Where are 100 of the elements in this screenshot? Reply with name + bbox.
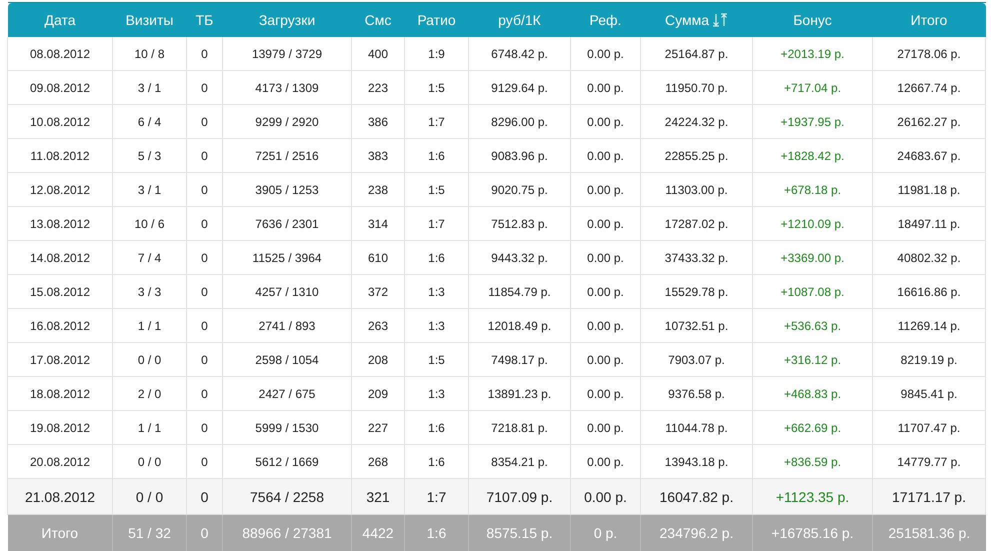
- total-cell: 51 / 32: [112, 514, 186, 551]
- table-cell: 12.08.2012: [8, 172, 112, 206]
- table-cell: 0: [186, 70, 222, 104]
- table-cell: 15529.78 р.: [640, 274, 752, 308]
- table-cell: 16047.82 р.: [640, 478, 752, 514]
- table-cell: 17171.17 р.: [872, 478, 986, 514]
- table-cell: 2427 / 675: [222, 376, 352, 410]
- table-cell: 1:3: [404, 308, 468, 342]
- table-cell: 40802.32 р.: [872, 240, 986, 274]
- table-cell: 7 / 4: [112, 240, 186, 274]
- total-cell: 88966 / 27381: [222, 514, 352, 551]
- total-cell: 234796.2 р.: [640, 514, 752, 551]
- table-cell: 1:7: [404, 104, 468, 138]
- table-cell: 7636 / 2301: [222, 206, 352, 240]
- table-cell: 0: [186, 274, 222, 308]
- table-cell: 0 / 0: [112, 342, 186, 376]
- table-cell: 12018.49 р.: [468, 308, 570, 342]
- table-cell: 0.00 р.: [570, 104, 640, 138]
- table-cell: 0: [186, 104, 222, 138]
- table-cell: 2741 / 893: [222, 308, 352, 342]
- table-cell: 16.08.2012: [8, 308, 112, 342]
- table-cell: 0: [186, 172, 222, 206]
- table-cell: 3 / 3: [112, 274, 186, 308]
- table-cell: 372: [352, 274, 404, 308]
- table-cell: 1:5: [404, 342, 468, 376]
- table-cell: 7903.07 р.: [640, 342, 752, 376]
- table-cell: +1087.08 р.: [752, 274, 872, 308]
- table-cell: 14.08.2012: [8, 240, 112, 274]
- table-cell: 16616.86 р.: [872, 274, 986, 308]
- table-cell: 17287.02 р.: [640, 206, 752, 240]
- table-cell: 11981.18 р.: [872, 172, 986, 206]
- table-cell: 610: [352, 240, 404, 274]
- table-cell: 1:5: [404, 172, 468, 206]
- table-cell: 4173 / 1309: [222, 70, 352, 104]
- table-cell: 9299 / 2920: [222, 104, 352, 138]
- table-cell: 7564 / 2258: [222, 478, 352, 514]
- table-cell: 12667.74 р.: [872, 70, 986, 104]
- total-cell: 0 р.: [570, 514, 640, 551]
- table-cell: 11.08.2012: [8, 138, 112, 172]
- table-cell: +1828.42 р.: [752, 138, 872, 172]
- table-cell: 314: [352, 206, 404, 240]
- table-cell: 1:6: [404, 138, 468, 172]
- table-cell: 0: [186, 37, 222, 70]
- total-cell: 4422: [352, 514, 404, 551]
- total-cell: 251581.36 р.: [872, 514, 986, 551]
- table-cell: 15.08.2012: [8, 274, 112, 308]
- table-cell: 1:7: [404, 478, 468, 514]
- table-cell: 2598 / 1054: [222, 342, 352, 376]
- table-cell: 27178.06 р.: [872, 37, 986, 70]
- table-cell: 1:6: [404, 240, 468, 274]
- table-cell: 0 / 0: [112, 478, 186, 514]
- sort-icon[interactable]: [712, 13, 728, 27]
- table-cell: 0: [186, 376, 222, 410]
- table-cell: +316.12 р.: [752, 342, 872, 376]
- table-cell: 11707.47 р.: [872, 410, 986, 444]
- table-cell: 11854.79 р.: [468, 274, 570, 308]
- table-cell: 0.00 р.: [570, 478, 640, 514]
- table-cell: 7218.81 р.: [468, 410, 570, 444]
- table-cell: 223: [352, 70, 404, 104]
- table-cell: +1210.09 р.: [752, 206, 872, 240]
- table-cell: 0.00 р.: [570, 308, 640, 342]
- table-cell: 9129.64 р.: [468, 70, 570, 104]
- table-cell: 0.00 р.: [570, 342, 640, 376]
- table-cell: 238: [352, 172, 404, 206]
- table-cell: 0.00 р.: [570, 138, 640, 172]
- table-cell: 0: [186, 478, 222, 514]
- table-cell: 7498.17 р.: [468, 342, 570, 376]
- column-header[interactable]: Сумма: [640, 2, 752, 37]
- total-cell: 0: [186, 514, 222, 551]
- table-cell: 19.08.2012: [8, 410, 112, 444]
- table-cell: 5 / 3: [112, 138, 186, 172]
- column-header: Загрузки: [222, 2, 352, 37]
- table-cell: 7512.83 р.: [468, 206, 570, 240]
- table-cell: 400: [352, 37, 404, 70]
- table-cell: 4257 / 1310: [222, 274, 352, 308]
- column-header: Реф.: [570, 2, 640, 37]
- table-cell: 09.08.2012: [8, 70, 112, 104]
- table-cell: 383: [352, 138, 404, 172]
- table-cell: 8219.19 р.: [872, 342, 986, 376]
- table-cell: 0.00 р.: [570, 376, 640, 410]
- column-header: Ратио: [404, 2, 468, 37]
- table-cell: 10 / 8: [112, 37, 186, 70]
- column-header: Дата: [8, 2, 112, 37]
- table-cell: 208: [352, 342, 404, 376]
- table-cell: 8296.00 р.: [468, 104, 570, 138]
- table-cell: 11303.00 р.: [640, 172, 752, 206]
- table-cell: 13979 / 3729: [222, 37, 352, 70]
- table-cell: 9443.32 р.: [468, 240, 570, 274]
- table-cell: 25164.87 р.: [640, 37, 752, 70]
- table-cell: 0.00 р.: [570, 37, 640, 70]
- table-cell: 13.08.2012: [8, 206, 112, 240]
- table-cell: 37433.32 р.: [640, 240, 752, 274]
- table-cell: 1:9: [404, 37, 468, 70]
- table-cell: +662.69 р.: [752, 410, 872, 444]
- table-cell: 10732.51 р.: [640, 308, 752, 342]
- table-cell: 321: [352, 478, 404, 514]
- table-cell: 0.00 р.: [570, 70, 640, 104]
- table-cell: 1:3: [404, 376, 468, 410]
- table-cell: +678.18 р.: [752, 172, 872, 206]
- table-cell: 0.00 р.: [570, 274, 640, 308]
